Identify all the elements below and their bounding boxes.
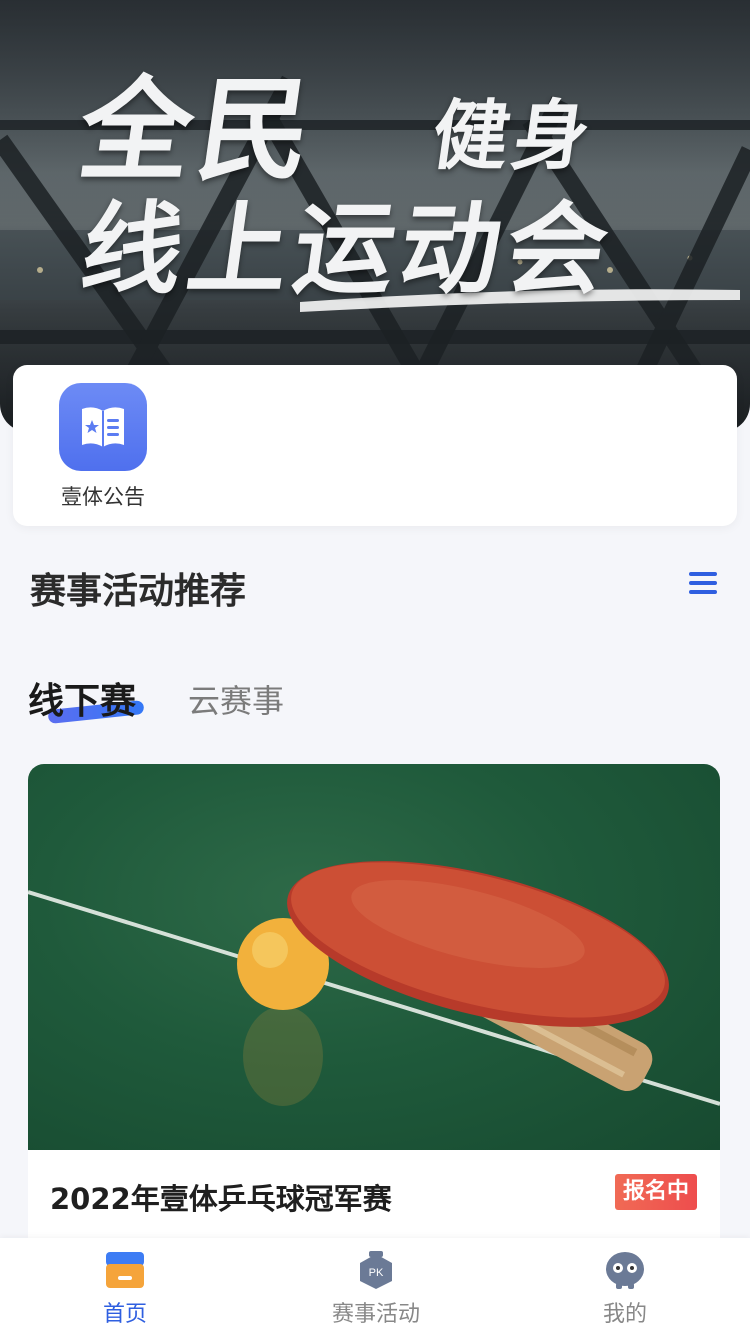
event-title: 2022年壹体乒乓球冠军赛 <box>50 1182 392 1216</box>
home-icon <box>106 1252 144 1288</box>
pk-badge-icon: PK <box>360 1251 392 1289</box>
quick-entry-card: 壹体公告 <box>13 365 737 526</box>
tabbar-label: 我的 <box>602 1302 647 1327</box>
announcement-book-icon <box>59 383 147 471</box>
tabbar-item-mine[interactable]: 我的 <box>550 1250 700 1328</box>
quick-entry-announcement[interactable]: 壹体公告 <box>53 383 153 511</box>
table-tennis-illustration <box>28 861 720 1106</box>
tabbar-item-events[interactable]: PK 赛事活动 <box>301 1250 451 1328</box>
tab-cloud-match[interactable]: 云赛事 <box>188 676 284 722</box>
section-title: 赛事活动推荐 <box>30 571 247 612</box>
registration-status-badge: 报名中 <box>615 1174 698 1210</box>
list-menu-icon[interactable] <box>689 572 717 596</box>
event-image <box>28 764 720 1150</box>
profile-mascot-icon <box>606 1252 644 1289</box>
tabbar-label: 赛事活动 <box>331 1302 420 1327</box>
tab-offline-match[interactable]: 线下赛 <box>28 672 136 724</box>
svg-text:PK: PK <box>369 1267 384 1279</box>
tabbar-item-home[interactable]: 首页 <box>50 1250 200 1328</box>
hero-title-line2: 线上运动会 <box>74 191 621 308</box>
bottom-tab-bar: 首页 PK 赛事活动 我的 <box>0 1238 750 1334</box>
tabbar-label: 首页 <box>102 1302 147 1327</box>
quick-entry-label: 壹体公告 <box>61 485 145 509</box>
event-card[interactable]: 2022年壹体乒乓球冠军赛 报名中 <box>28 764 720 1254</box>
